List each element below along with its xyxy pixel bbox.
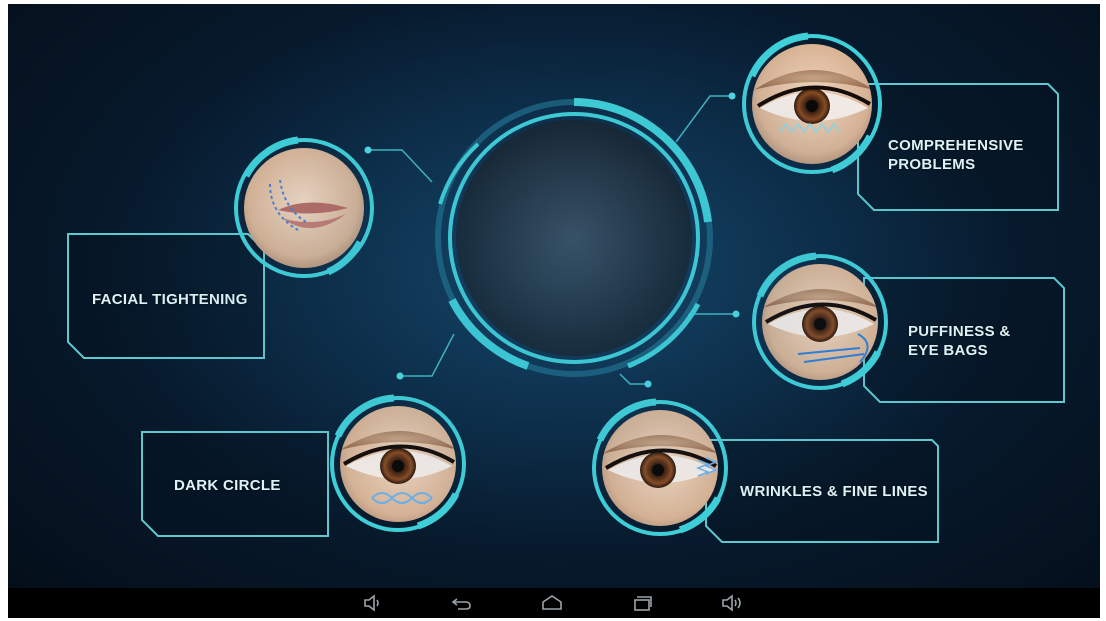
comprehensive-line2: PROBLEMS — [888, 156, 976, 173]
home-icon — [542, 595, 562, 610]
facial-tightening-button[interactable] — [236, 140, 372, 276]
wrinkles-fine-lines-button[interactable] — [594, 402, 726, 534]
puffiness-line1: PUFFINESS & — [908, 323, 1011, 340]
dark-circle-button[interactable] — [332, 398, 464, 530]
puffiness-line2: EYE BAGS — [908, 342, 988, 359]
comprehensive-problems-label[interactable]: COMPREHENSIVE PROBLEMS — [888, 136, 1024, 174]
wrinkles-fine-lines-label[interactable]: WRINKLES & FINE LINES — [740, 482, 928, 501]
dark-circle-label[interactable]: DARK CIRCLE — [174, 476, 281, 495]
volume-up-button[interactable] — [718, 592, 746, 614]
volume-down-icon — [364, 594, 379, 612]
app-screen: FACIAL TIGHTENING COMPREHENSIVE PROBLEMS… — [8, 4, 1100, 618]
back-icon — [451, 598, 471, 610]
home-button[interactable] — [538, 592, 566, 614]
volume-up-icon — [722, 594, 741, 612]
puffiness-eye-bags-label[interactable]: PUFFINESS & EYE BAGS — [908, 322, 1010, 360]
comprehensive-problems-button[interactable] — [744, 36, 880, 172]
facial-tightening-label[interactable]: FACIAL TIGHTENING — [92, 290, 248, 309]
volume-down-button[interactable] — [358, 592, 386, 614]
system-navigation-bar — [8, 588, 1100, 618]
recent-apps-button[interactable] — [628, 592, 656, 614]
puffiness-eye-bags-button[interactable] — [754, 256, 886, 388]
main-face-image — [450, 114, 698, 362]
recent-apps-icon — [634, 596, 652, 611]
comprehensive-line1: COMPREHENSIVE — [888, 137, 1024, 154]
back-button[interactable] — [448, 592, 476, 614]
